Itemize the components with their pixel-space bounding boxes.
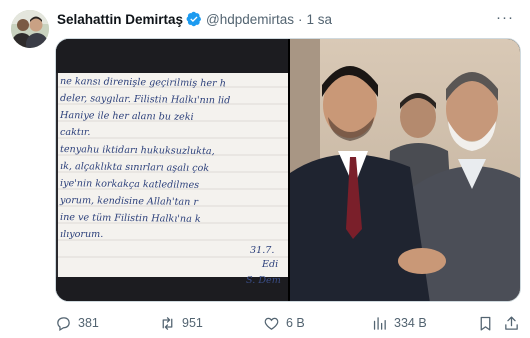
- letter-image[interactable]: ne kansı direnişle geçirilmiş her h dele…: [56, 39, 288, 301]
- verified-badge-icon[interactable]: [186, 11, 202, 27]
- repost-button[interactable]: 951: [159, 312, 203, 334]
- author-handle[interactable]: @hdpdemirtas: [206, 12, 294, 27]
- repost-count: 951: [182, 316, 203, 330]
- more-options-icon[interactable]: ···: [496, 8, 514, 28]
- views-count: 334 B: [394, 316, 427, 330]
- bookmark-button[interactable]: [477, 312, 500, 334]
- reply-icon: [57, 316, 70, 331]
- letter-line: tenyahu iktidarı hukuksuzlukta,: [60, 144, 215, 157]
- tweet-actions: 381 951 6 B 334 B: [55, 312, 521, 334]
- separator-dot: ·: [298, 11, 303, 27]
- like-icon: [264, 317, 279, 330]
- letter-line: yorum, kendisine Allah'tan r: [59, 195, 199, 208]
- tweet-header: Selahattin Demirtaş @hdpdemirtas · 1 sa: [57, 9, 332, 29]
- avatar[interactable]: [11, 10, 49, 48]
- letter-line: ık, alçaklıkta sınırları aşalı çok: [60, 161, 209, 174]
- views-icon: [373, 316, 386, 330]
- like-button[interactable]: 6 B: [263, 312, 305, 334]
- repost-icon: [162, 316, 173, 330]
- letter-line: iye'nin korkakça katledilmes: [60, 178, 199, 191]
- letter-line: ılıyorum.: [60, 229, 103, 240]
- tweet-timestamp[interactable]: 1 sa: [307, 12, 333, 27]
- letter-line: Haniye ile her alanı bu zeki: [59, 110, 194, 123]
- photo-image[interactable]: [290, 39, 520, 301]
- tweet[interactable]: Selahattin Demirtaş @hdpdemirtas · 1 sa …: [0, 0, 530, 338]
- share-icon: [505, 315, 518, 330]
- letter-signature: S. Dem: [246, 275, 281, 286]
- reply-button[interactable]: 381: [55, 312, 99, 334]
- author-name[interactable]: Selahattin Demirtaş: [57, 12, 183, 27]
- letter-place: Edi: [261, 259, 278, 270]
- views-button[interactable]: 334 B: [371, 312, 427, 334]
- tweet-media[interactable]: ne kansı direnişle geçirilmiş her h dele…: [55, 38, 521, 302]
- share-button[interactable]: [503, 312, 526, 334]
- letter-line: ne kansı direnişle geçirilmiş her h: [60, 76, 226, 89]
- letter-line: caktır.: [60, 127, 90, 138]
- letter-date: 31.7.: [250, 245, 274, 256]
- reply-count: 381: [78, 316, 99, 330]
- bookmark-icon: [480, 316, 491, 331]
- like-count: 6 B: [286, 316, 305, 330]
- letter-line: ine ve tüm Filistin Halkı'na k: [60, 212, 201, 225]
